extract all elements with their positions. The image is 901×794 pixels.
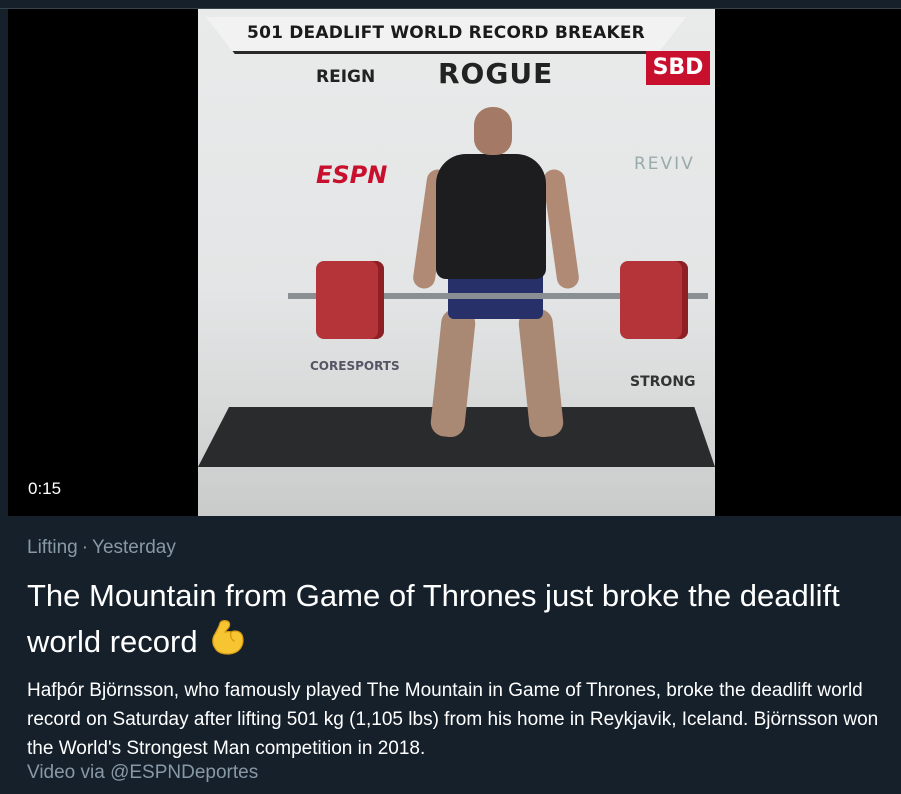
sponsor-reign-logo: REIGN [316,67,376,87]
video-credit[interactable]: Video via @ESPNDeportes [27,762,258,784]
sponsor-rogue-logo: ROGUE [438,57,554,90]
story-headline[interactable]: The Mountain from Game of Thrones just b… [27,574,867,664]
lifter-shirt [436,154,546,279]
weight-plates [620,261,688,339]
top-divider [0,0,901,9]
video-banner: 501 DEADLIFT WORLD RECORD BREAKER [206,17,686,54]
sponsor-strong-logo: STRONG [630,374,696,390]
lifter-arm [541,168,581,290]
story-description: Hafþór Björnsson, who famously played Th… [27,680,879,759]
lifter-head [474,107,512,155]
meta-separator: · [81,537,89,558]
story-time: Yesterday [92,537,176,558]
video-banner-text: 501 DEADLIFT WORLD RECORD BREAKER [247,23,645,43]
story-category[interactable]: Lifting [27,537,78,558]
story-card[interactable]: 501 DEADLIFT WORLD RECORD BREAKER REIGN … [0,0,901,794]
story-headline-text[interactable]: The Mountain from Game of Thrones just b… [27,578,840,659]
sponsor-sbd-logo: SBD [646,51,710,85]
sponsor-espn-logo: ESPN [316,161,388,189]
video-frame[interactable]: 501 DEADLIFT WORLD RECORD BREAKER REIGN … [198,9,715,516]
sponsor-coresports-logo: CORESPORTS [310,359,400,373]
story-meta: Lifting · Yesterday [27,537,176,559]
video-duration: 0:15 [28,479,62,498]
story-content[interactable]: Lifting · Yesterday The Mountain from Game… [8,516,901,794]
weight-plates [316,261,384,339]
video-player[interactable]: 501 DEADLIFT WORLD RECORD BREAKER REIGN … [8,9,901,516]
sponsor-revive-logo: REVIV [634,154,695,174]
flexed-biceps-icon [211,620,244,655]
